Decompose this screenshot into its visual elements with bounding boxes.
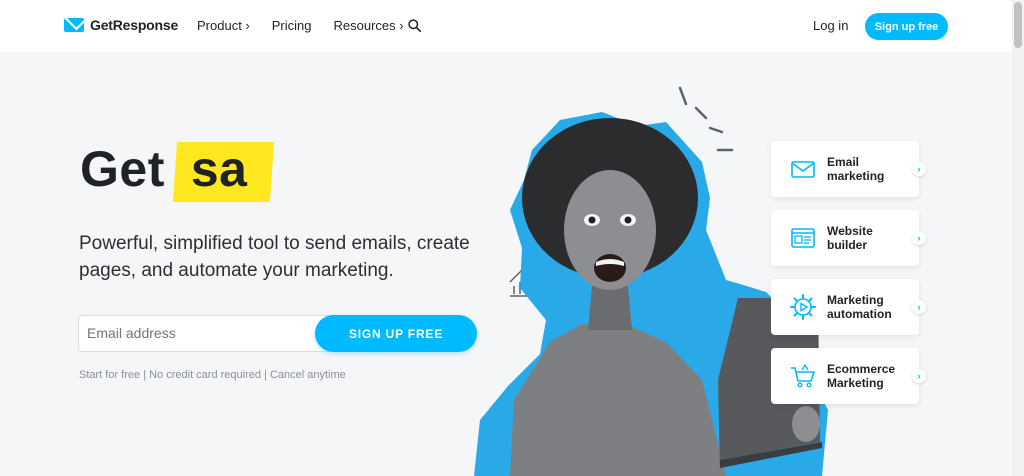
hero-title: Get sa [80, 140, 261, 198]
feature-card-website-builder[interactable]: Website builder › [771, 210, 926, 266]
feature-card-ecommerce-marketing[interactable]: Ecommerce Marketing › [771, 348, 926, 404]
email-field[interactable] [87, 325, 307, 341]
main-nav: Product › Pricing Resources › [197, 18, 404, 33]
cart-icon [791, 363, 815, 388]
nav-item-product[interactable]: Product › [197, 18, 250, 33]
signup-button-hero[interactable]: SIGN UP FREE [315, 315, 477, 352]
feature-card-label: Ecommerce Marketing [827, 362, 896, 390]
hero-title-highlight: sa [179, 140, 262, 198]
brand-logo[interactable]: GetResponse [64, 17, 178, 33]
feature-card-label: Marketing automation [827, 293, 892, 321]
chevron-right-icon[interactable]: › [912, 162, 926, 176]
feature-card-email-marketing[interactable]: Email marketing › [771, 141, 926, 197]
top-nav-bar: GetResponse Product › Pricing Resources … [0, 0, 1012, 52]
website-icon [791, 228, 815, 248]
signup-disclaimer: Start for free | No credit card required… [79, 369, 346, 381]
page-scrollbar[interactable] [1012, 0, 1024, 476]
gear-play-icon [790, 294, 816, 320]
scrollbar-thumb[interactable] [1014, 2, 1022, 48]
chevron-right-icon[interactable]: › [912, 369, 926, 383]
decorative-strokes [678, 86, 734, 152]
feature-card-label: Website builder [827, 224, 873, 252]
chevron-right-icon[interactable]: › [912, 231, 926, 245]
feature-card-label: Email marketing [827, 155, 885, 183]
signup-button-header[interactable]: Sign up free [865, 13, 948, 40]
hero-subtitle: Powerful, simplified tool to send emails… [79, 233, 470, 281]
envelope-icon [791, 161, 815, 178]
envelope-logo-icon [64, 18, 84, 32]
search-icon[interactable] [408, 19, 421, 32]
login-link[interactable]: Log in [813, 18, 848, 33]
nav-item-resources[interactable]: Resources › [334, 18, 404, 33]
feature-card-marketing-automation[interactable]: Marketing automation › [771, 279, 926, 335]
chevron-right-icon[interactable]: › [912, 300, 926, 314]
hero-title-static: Get [80, 141, 165, 197]
brand-name: GetResponse [90, 17, 179, 33]
nav-item-pricing[interactable]: Pricing [272, 18, 312, 33]
hero-illustration [474, 86, 828, 476]
